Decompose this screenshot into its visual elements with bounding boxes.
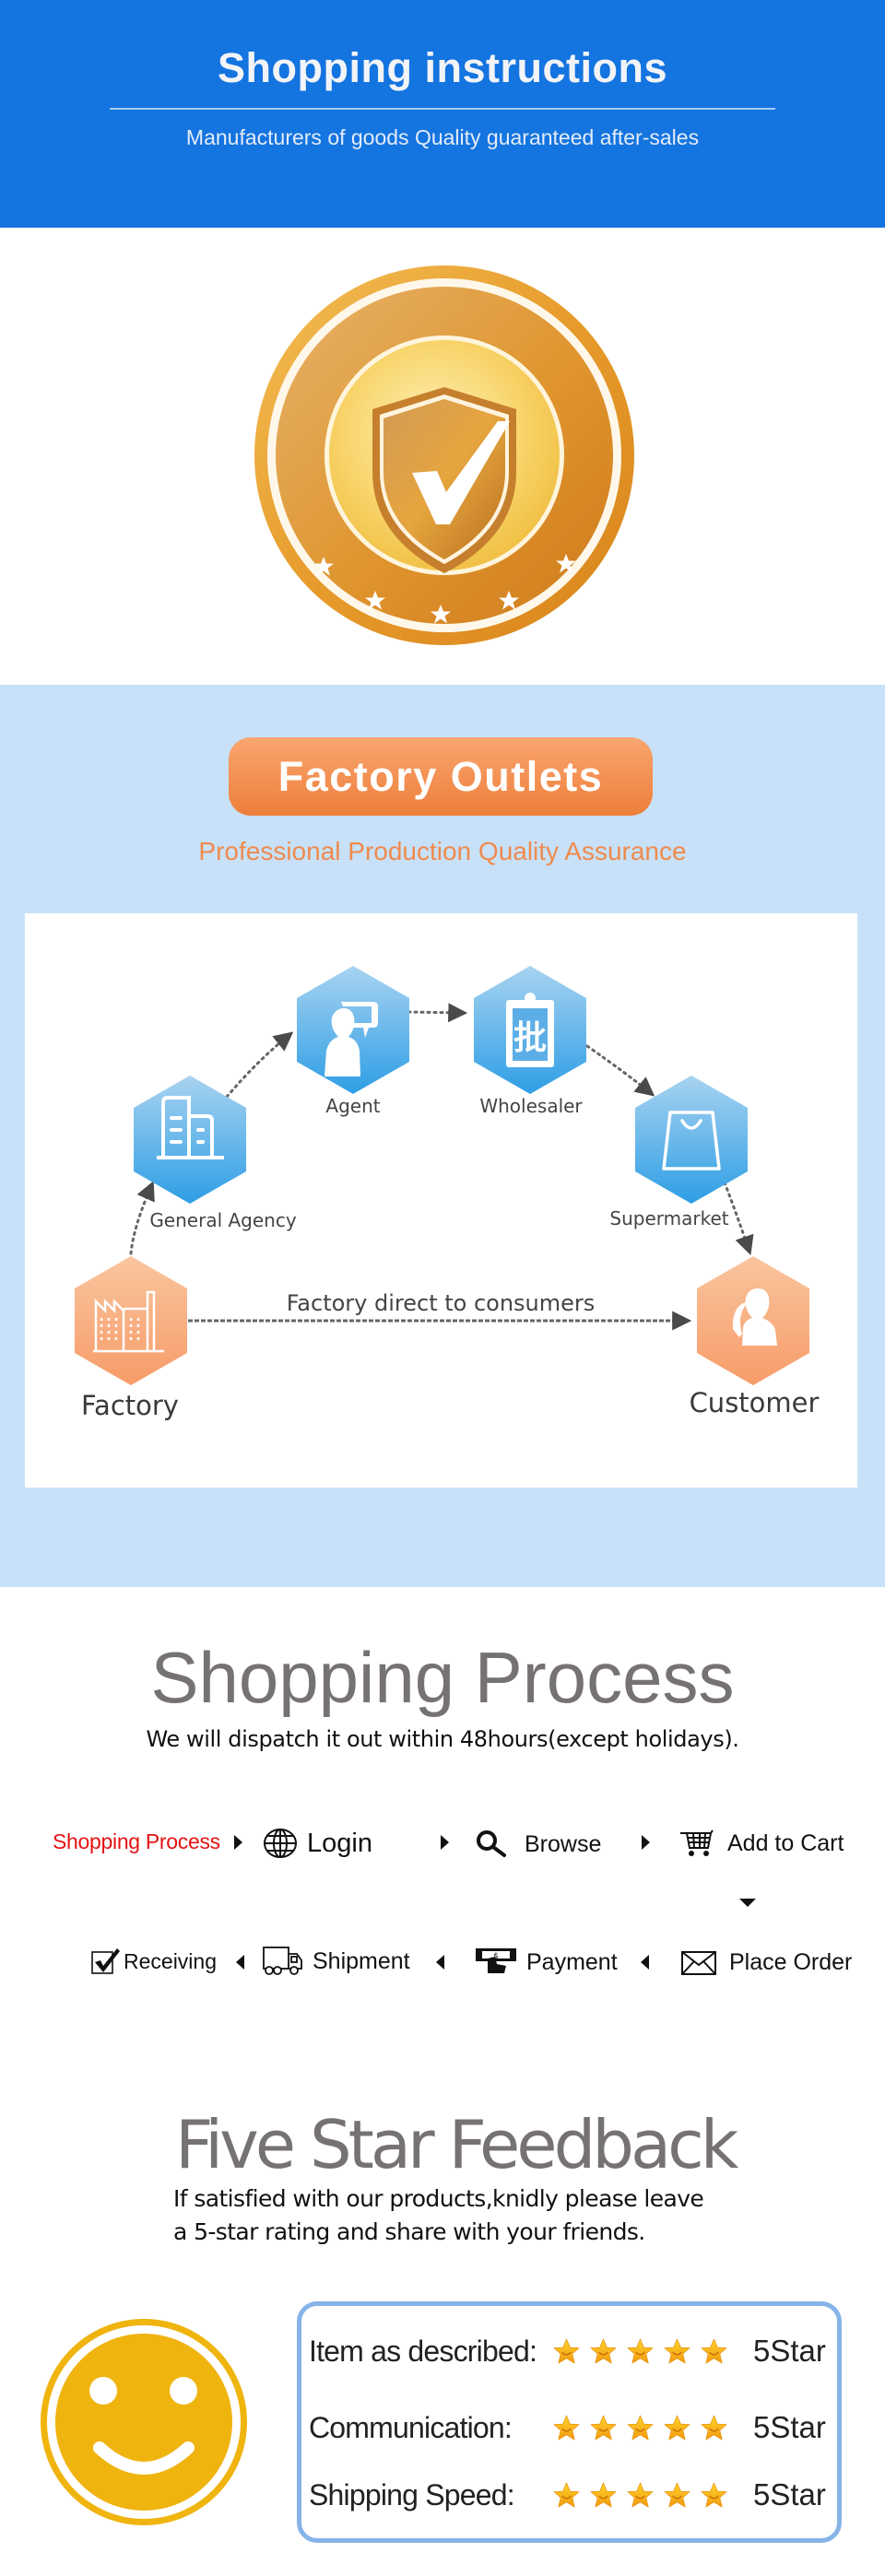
star-icon (590, 2338, 617, 2363)
node-factory (75, 1256, 187, 1385)
rating-row: Shipping Speed: 5Star (309, 2472, 834, 2518)
star-icon (590, 2482, 617, 2507)
feedback-text-line-2: a 5-star rating and share with your frie… (173, 2218, 645, 2245)
star-icon (590, 2415, 617, 2440)
node-label-customer: Customer (689, 1387, 820, 1418)
magnifier-icon (477, 1830, 506, 1857)
edge-agent-wholesaler (407, 1003, 468, 1023)
star-icon (627, 2415, 654, 2440)
step-label: Browse (525, 1830, 602, 1857)
node-label-wholesaler: Wholesaler (479, 1095, 583, 1117)
star-icon (701, 2338, 727, 2363)
step-payment[interactable]: $ Payment (475, 1947, 618, 1977)
rating-stars (553, 2338, 727, 2365)
star-icon (627, 2482, 654, 2507)
edge-wholesaler-supermarket (585, 1044, 655, 1097)
step-label: Shipment (313, 1947, 410, 1974)
step-login[interactable]: Login (263, 1828, 372, 1859)
star-icon (664, 2415, 690, 2440)
feedback-text: If satisfied with our products,knidly pl… (173, 2182, 704, 2249)
step-label: Receiving (124, 1948, 217, 1973)
star-icon (553, 2415, 580, 2440)
checkbox-icon (91, 1948, 120, 1974)
step-place-order[interactable]: Place Order (681, 1949, 852, 1976)
star-icon (664, 2482, 690, 2507)
node-customer (697, 1256, 809, 1385)
arrow-left-icon (236, 1955, 244, 1970)
node-supermarket (635, 1076, 748, 1204)
arrow-left-icon (641, 1955, 649, 1970)
rating-stars (553, 2415, 727, 2441)
arrow-right-icon (441, 1835, 449, 1850)
star-icon (553, 2338, 580, 2363)
star-icon (627, 2338, 654, 2363)
arrow-right-icon (234, 1835, 242, 1850)
truck-icon (263, 1947, 302, 1975)
edge-general-agency-agent (225, 1031, 294, 1099)
rating-row: Communication: 5Star (309, 2405, 834, 2451)
node-agent (297, 966, 409, 1094)
step-label: Payment (526, 1948, 618, 1975)
rating-row: Item as described: 5Star (309, 2328, 834, 2374)
smiley-icon (41, 2319, 247, 2525)
feedback-title: Five Star Feedback (175, 2106, 738, 2183)
star-icon (553, 2482, 580, 2507)
node-label-agent: Agent (325, 1095, 381, 1117)
step-add-to-cart[interactable]: Add to Cart (679, 1829, 844, 1857)
rating-label: Shipping Speed: (309, 2477, 515, 2511)
star-icon (701, 2482, 727, 2507)
arrow-down-icon (739, 1899, 756, 1907)
svg-text:批: 批 (513, 1019, 547, 1057)
node-label-factory: Factory (81, 1390, 179, 1421)
payment-icon: $ (476, 1948, 516, 1973)
shopping-process-subtitle: We will dispatch it out within 48hours(e… (146, 1726, 739, 1752)
step-receiving[interactable]: Receiving (91, 1947, 217, 1975)
cart-icon (680, 1829, 714, 1856)
rating-value: 5Star (753, 2334, 826, 2368)
star-icon (664, 2338, 690, 2363)
step-label: Login (307, 1828, 372, 1858)
envelope-icon (681, 1950, 716, 1975)
step-label: Add to Cart (727, 1829, 844, 1856)
step-label: Place Order (729, 1949, 853, 1975)
distribution-diagram: 批 (75, 966, 809, 1385)
feedback-text-line-1: If satisfied with our products,knidly pl… (173, 2185, 704, 2212)
star-icon (701, 2415, 727, 2440)
node-label-supermarket: Supermarket (609, 1207, 729, 1229)
node-label-general-agency: General Agency (149, 1209, 297, 1231)
arrow-right-icon (642, 1835, 650, 1850)
rating-value: 5Star (753, 2477, 826, 2511)
rating-stars (553, 2482, 727, 2509)
shopping-process-label: Shopping Process (53, 1829, 220, 1853)
step-browse[interactable]: Browse (475, 1829, 601, 1859)
rating-label: Item as described: (309, 2334, 537, 2368)
rating-label: Communication: (309, 2410, 513, 2444)
rating-value: 5Star (753, 2410, 826, 2444)
arrow-left-icon (436, 1955, 444, 1970)
direct-to-consumers-label: Factory direct to consumers (286, 1290, 596, 1316)
node-wholesaler: 批 (474, 966, 586, 1094)
clipboard-wholesale-icon: 批 (506, 993, 554, 1067)
shopping-process-title: Shopping Process (150, 1637, 735, 1718)
globe-icon (264, 1829, 297, 1858)
step-shipment[interactable]: Shipment (263, 1947, 410, 1976)
